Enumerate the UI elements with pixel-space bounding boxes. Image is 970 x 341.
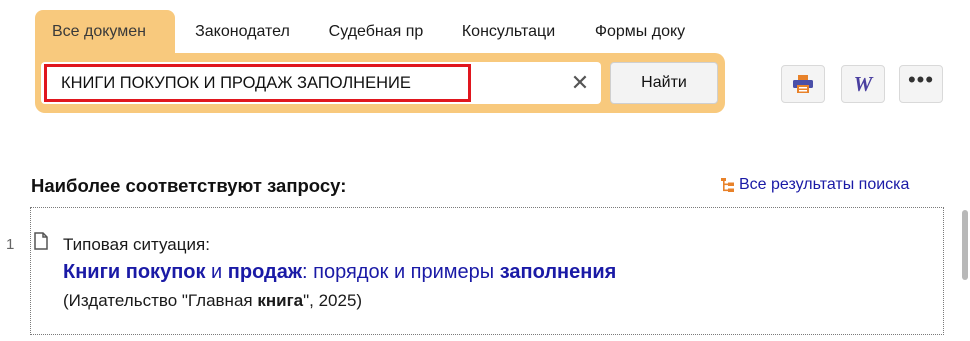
search-input[interactable]: [44, 64, 471, 102]
source-text: ", 2025): [303, 291, 363, 310]
document-source: (Издательство "Главная книга", 2025): [63, 291, 362, 311]
results-heading: Наиболее соответствуют запросу:: [31, 175, 347, 196]
document-title-link[interactable]: Книги покупок и продаж: порядок и пример…: [63, 261, 616, 284]
tree-icon: [721, 177, 734, 192]
more-icon: •••: [907, 67, 935, 92]
tab-document-forms[interactable]: Формы доку: [575, 10, 705, 53]
more-button[interactable]: •••: [899, 65, 943, 103]
scrollbar[interactable]: [962, 210, 968, 280]
title-text: и: [205, 261, 228, 283]
search-tabs: Все докумен Законодател Судебная пр Конс…: [35, 10, 705, 53]
title-highlight: заполнения: [499, 261, 617, 283]
word-export-icon: W: [853, 71, 873, 96]
tab-legislation[interactable]: Законодател: [175, 10, 310, 53]
all-results-link[interactable]: Все результаты поиска: [721, 176, 909, 194]
search-bar: ✕ Найти: [35, 53, 725, 113]
title-text: : порядок и примеры: [302, 261, 500, 283]
search-input-wrapper: ✕: [41, 62, 601, 104]
tab-all-documents[interactable]: Все докумен: [35, 10, 175, 53]
search-block: Все докумен Законодател Судебная пр Конс…: [35, 10, 725, 113]
title-highlight: Книги покупок: [63, 261, 206, 283]
source-text: (Издательство "Главная: [63, 291, 258, 310]
print-button[interactable]: [781, 65, 825, 103]
title-highlight: продаж: [227, 261, 303, 283]
tab-court-practice[interactable]: Судебная пр: [310, 10, 442, 53]
document-type: Типовая ситуация:: [63, 235, 210, 254]
clear-search-icon[interactable]: ✕: [569, 70, 591, 95]
find-button[interactable]: Найти: [610, 62, 718, 104]
source-highlight: книга: [257, 291, 304, 310]
word-export-button[interactable]: W: [841, 65, 885, 103]
tab-consultations[interactable]: Консультаци: [442, 10, 575, 53]
printer-icon: [793, 75, 813, 93]
result-number: 1: [6, 236, 15, 253]
all-results-label: Все результаты поиска: [739, 176, 910, 193]
document-icon: [34, 232, 48, 250]
